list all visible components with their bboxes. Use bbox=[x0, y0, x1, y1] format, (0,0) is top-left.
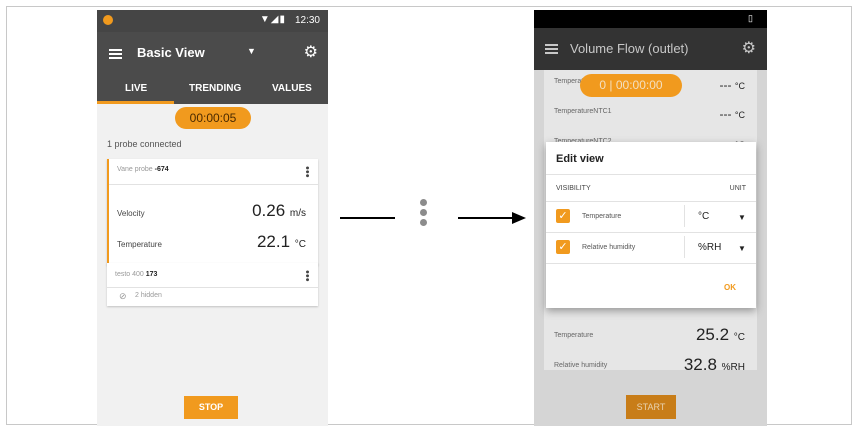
probe-label: Vane probe bbox=[117, 166, 153, 173]
measurement-label: Velocity bbox=[117, 209, 145, 218]
start-button[interactable]: START bbox=[626, 395, 676, 419]
divider bbox=[684, 205, 685, 227]
probe-card: testo 400 173 ••• ⊘ 2 hidden bbox=[107, 263, 318, 306]
ellipsis-dots bbox=[420, 199, 430, 229]
dot bbox=[420, 219, 427, 226]
probes-connected-text: 1 probe connected bbox=[107, 139, 182, 149]
app-bar: Volume Flow (outlet) ⚙ bbox=[534, 28, 767, 70]
connector-line bbox=[340, 217, 395, 219]
gear-icon[interactable]: ⚙ bbox=[742, 38, 756, 58]
tab-values[interactable]: VALUES bbox=[272, 83, 312, 94]
measurement-value: 0.26 m/s bbox=[252, 201, 306, 220]
app-bar: Basic View ▼ ⚙ bbox=[97, 32, 328, 74]
measurement-value: --- °C bbox=[719, 107, 745, 121]
measurement-value: --- °C bbox=[719, 78, 745, 92]
visibility-header: VISIBILITY bbox=[556, 185, 591, 192]
probe-id: 173 bbox=[145, 271, 158, 278]
vibrate-icon: ▯ bbox=[748, 13, 753, 23]
divider bbox=[684, 236, 685, 258]
more-options-icon[interactable]: ••• bbox=[301, 270, 313, 282]
tab-bar: LIVE TRENDING VALUES bbox=[97, 74, 328, 104]
hidden-count[interactable]: 2 hidden bbox=[135, 292, 162, 299]
notification-icon bbox=[103, 15, 113, 25]
humidity-checkbox[interactable]: ✓ bbox=[556, 240, 570, 254]
gear-icon[interactable]: ⚙ bbox=[304, 42, 318, 62]
measurement-value: 32.8 %RH bbox=[683, 355, 745, 374]
signal-battery-icon: ▼◢▮ bbox=[259, 14, 286, 25]
divider bbox=[546, 263, 756, 264]
measurement-label: Temperature bbox=[117, 240, 162, 249]
row-label: Relative humidity bbox=[582, 244, 636, 251]
chevron-down-icon[interactable]: ▼ bbox=[738, 244, 746, 253]
divider bbox=[109, 184, 318, 185]
arrow-head-icon bbox=[512, 212, 526, 224]
timer-badge: 00:00:05 bbox=[175, 107, 251, 129]
phone-screen-volume-flow: ▯ Volume Flow (outlet) ⚙ TemperatureTC2 … bbox=[534, 10, 767, 426]
eye-off-icon: ⊘ bbox=[119, 291, 127, 301]
arrow-line bbox=[458, 217, 514, 219]
measurement-label: Temperature bbox=[554, 332, 594, 339]
menu-icon[interactable] bbox=[545, 44, 558, 54]
active-tab-indicator bbox=[97, 101, 174, 104]
probe-label: testo 400 bbox=[115, 271, 144, 278]
menu-icon[interactable] bbox=[109, 49, 122, 59]
probe-header: testo 400 173 bbox=[115, 271, 157, 278]
probe-id: -674 bbox=[154, 166, 169, 173]
more-options-icon[interactable]: ••• bbox=[301, 166, 313, 178]
edit-view-dialog: Edit view VISIBILITY UNIT ✓ Temperature … bbox=[546, 142, 756, 308]
phone-screen-basic-view: ▼◢▮ 12:30 Basic View ▼ ⚙ LIVE TRENDING V… bbox=[97, 10, 328, 426]
status-time: 12:30 bbox=[294, 15, 320, 26]
stop-button[interactable]: STOP bbox=[184, 396, 238, 419]
status-bar: ▼◢▮ 12:30 bbox=[97, 10, 328, 32]
divider bbox=[546, 232, 756, 233]
tab-trending[interactable]: TRENDING bbox=[189, 83, 241, 94]
unit-header: UNIT bbox=[729, 185, 746, 192]
ok-button[interactable]: OK bbox=[724, 283, 736, 292]
unit-select-humidity[interactable]: %RH bbox=[698, 242, 721, 253]
measurement-label: TemperatureNTC1 bbox=[554, 108, 612, 115]
timer-badge: 0 | 00:00:00 bbox=[580, 74, 682, 97]
unit-select-temperature[interactable]: °C bbox=[698, 211, 709, 222]
divider bbox=[546, 174, 756, 175]
measurement-value: 22.1 °C bbox=[256, 232, 306, 251]
page-title: Volume Flow (outlet) bbox=[570, 41, 689, 56]
dot bbox=[420, 209, 427, 216]
chevron-down-icon[interactable]: ▼ bbox=[738, 213, 746, 222]
chevron-down-icon[interactable]: ▼ bbox=[247, 46, 256, 56]
temperature-checkbox[interactable]: ✓ bbox=[556, 209, 570, 223]
divider bbox=[107, 287, 318, 288]
dialog-title: Edit view bbox=[556, 153, 604, 165]
probe-header: Vane probe -674 bbox=[117, 166, 169, 173]
divider bbox=[546, 201, 756, 202]
status-bar: ▯ bbox=[534, 10, 767, 28]
row-label: Temperature bbox=[582, 213, 622, 220]
tab-live[interactable]: LIVE bbox=[125, 83, 147, 94]
page-title[interactable]: Basic View bbox=[137, 45, 205, 60]
measurement-label: Relative humidity bbox=[554, 362, 608, 369]
probe-card: Vane probe -674 ••• Velocity 0.26 m/s Te… bbox=[107, 159, 318, 265]
measurement-value: 25.2 °C bbox=[695, 325, 745, 344]
dot bbox=[420, 199, 427, 206]
